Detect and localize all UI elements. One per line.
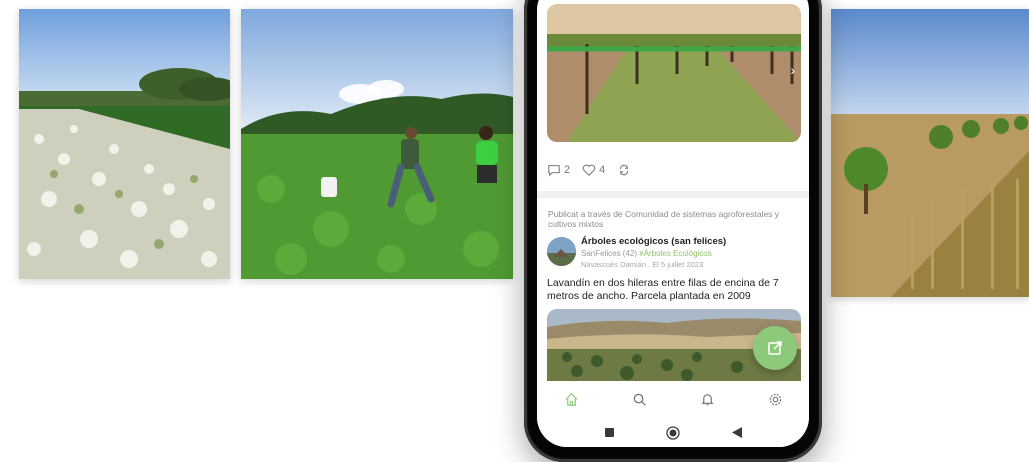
author-tag[interactable]: #Árboles Ecológicos (639, 249, 711, 258)
like-button[interactable]: 4 (582, 163, 605, 177)
compose-button[interactable] (753, 326, 797, 370)
avatar[interactable] (547, 237, 576, 266)
published-via-text: Publicat a través de Comunidad de sistem… (548, 209, 780, 229)
back-triangle-icon (732, 427, 742, 438)
comments-count: 2 (564, 164, 571, 176)
home-system-button[interactable] (665, 425, 681, 441)
chevron-right-icon[interactable]: › (790, 62, 795, 78)
home-icon (564, 392, 578, 406)
post-image-vineyard[interactable]: › (547, 4, 801, 142)
nav-settings[interactable] (760, 384, 790, 414)
post-actions: 2 4 (547, 160, 631, 180)
search-icon (633, 393, 646, 406)
bell-icon (700, 393, 714, 405)
recent-apps-button[interactable] (601, 425, 617, 441)
repost-icon (620, 164, 629, 176)
share-button[interactable] (617, 163, 631, 177)
photo-flower-field (19, 9, 230, 279)
circle-icon (666, 425, 680, 440)
system-nav-bar (537, 418, 809, 447)
back-button[interactable] (729, 425, 745, 441)
likes-count: 4 (599, 164, 606, 176)
photo-wheat-orchard (831, 9, 1029, 297)
author-meta: SanFelices (42) #Árboles Ecológicos (581, 249, 712, 258)
post-text: Lavandín en dos hileras entre filas de e… (547, 277, 779, 302)
author-handle[interactable]: SanFelices (42) (581, 249, 637, 258)
comment-icon (548, 165, 560, 177)
compose-icon (768, 341, 782, 355)
comment-button[interactable]: 2 (547, 163, 570, 177)
heart-icon (582, 164, 596, 176)
photo-harvest-field (241, 9, 513, 279)
app-screen: › 2 4 Publicat a través de Comunidad de … (537, 0, 809, 447)
post-divider (537, 191, 809, 198)
bottom-nav (537, 382, 809, 416)
author-name[interactable]: Árboles ecológicos (san felices) (581, 236, 726, 247)
square-icon (604, 428, 614, 437)
gear-icon (769, 393, 781, 405)
nav-home[interactable] (556, 384, 586, 414)
nav-notifications[interactable] (692, 384, 722, 414)
nav-search[interactable] (624, 384, 654, 414)
post-date: Navascués Damián . El 5 juillet 2023 (581, 260, 704, 269)
